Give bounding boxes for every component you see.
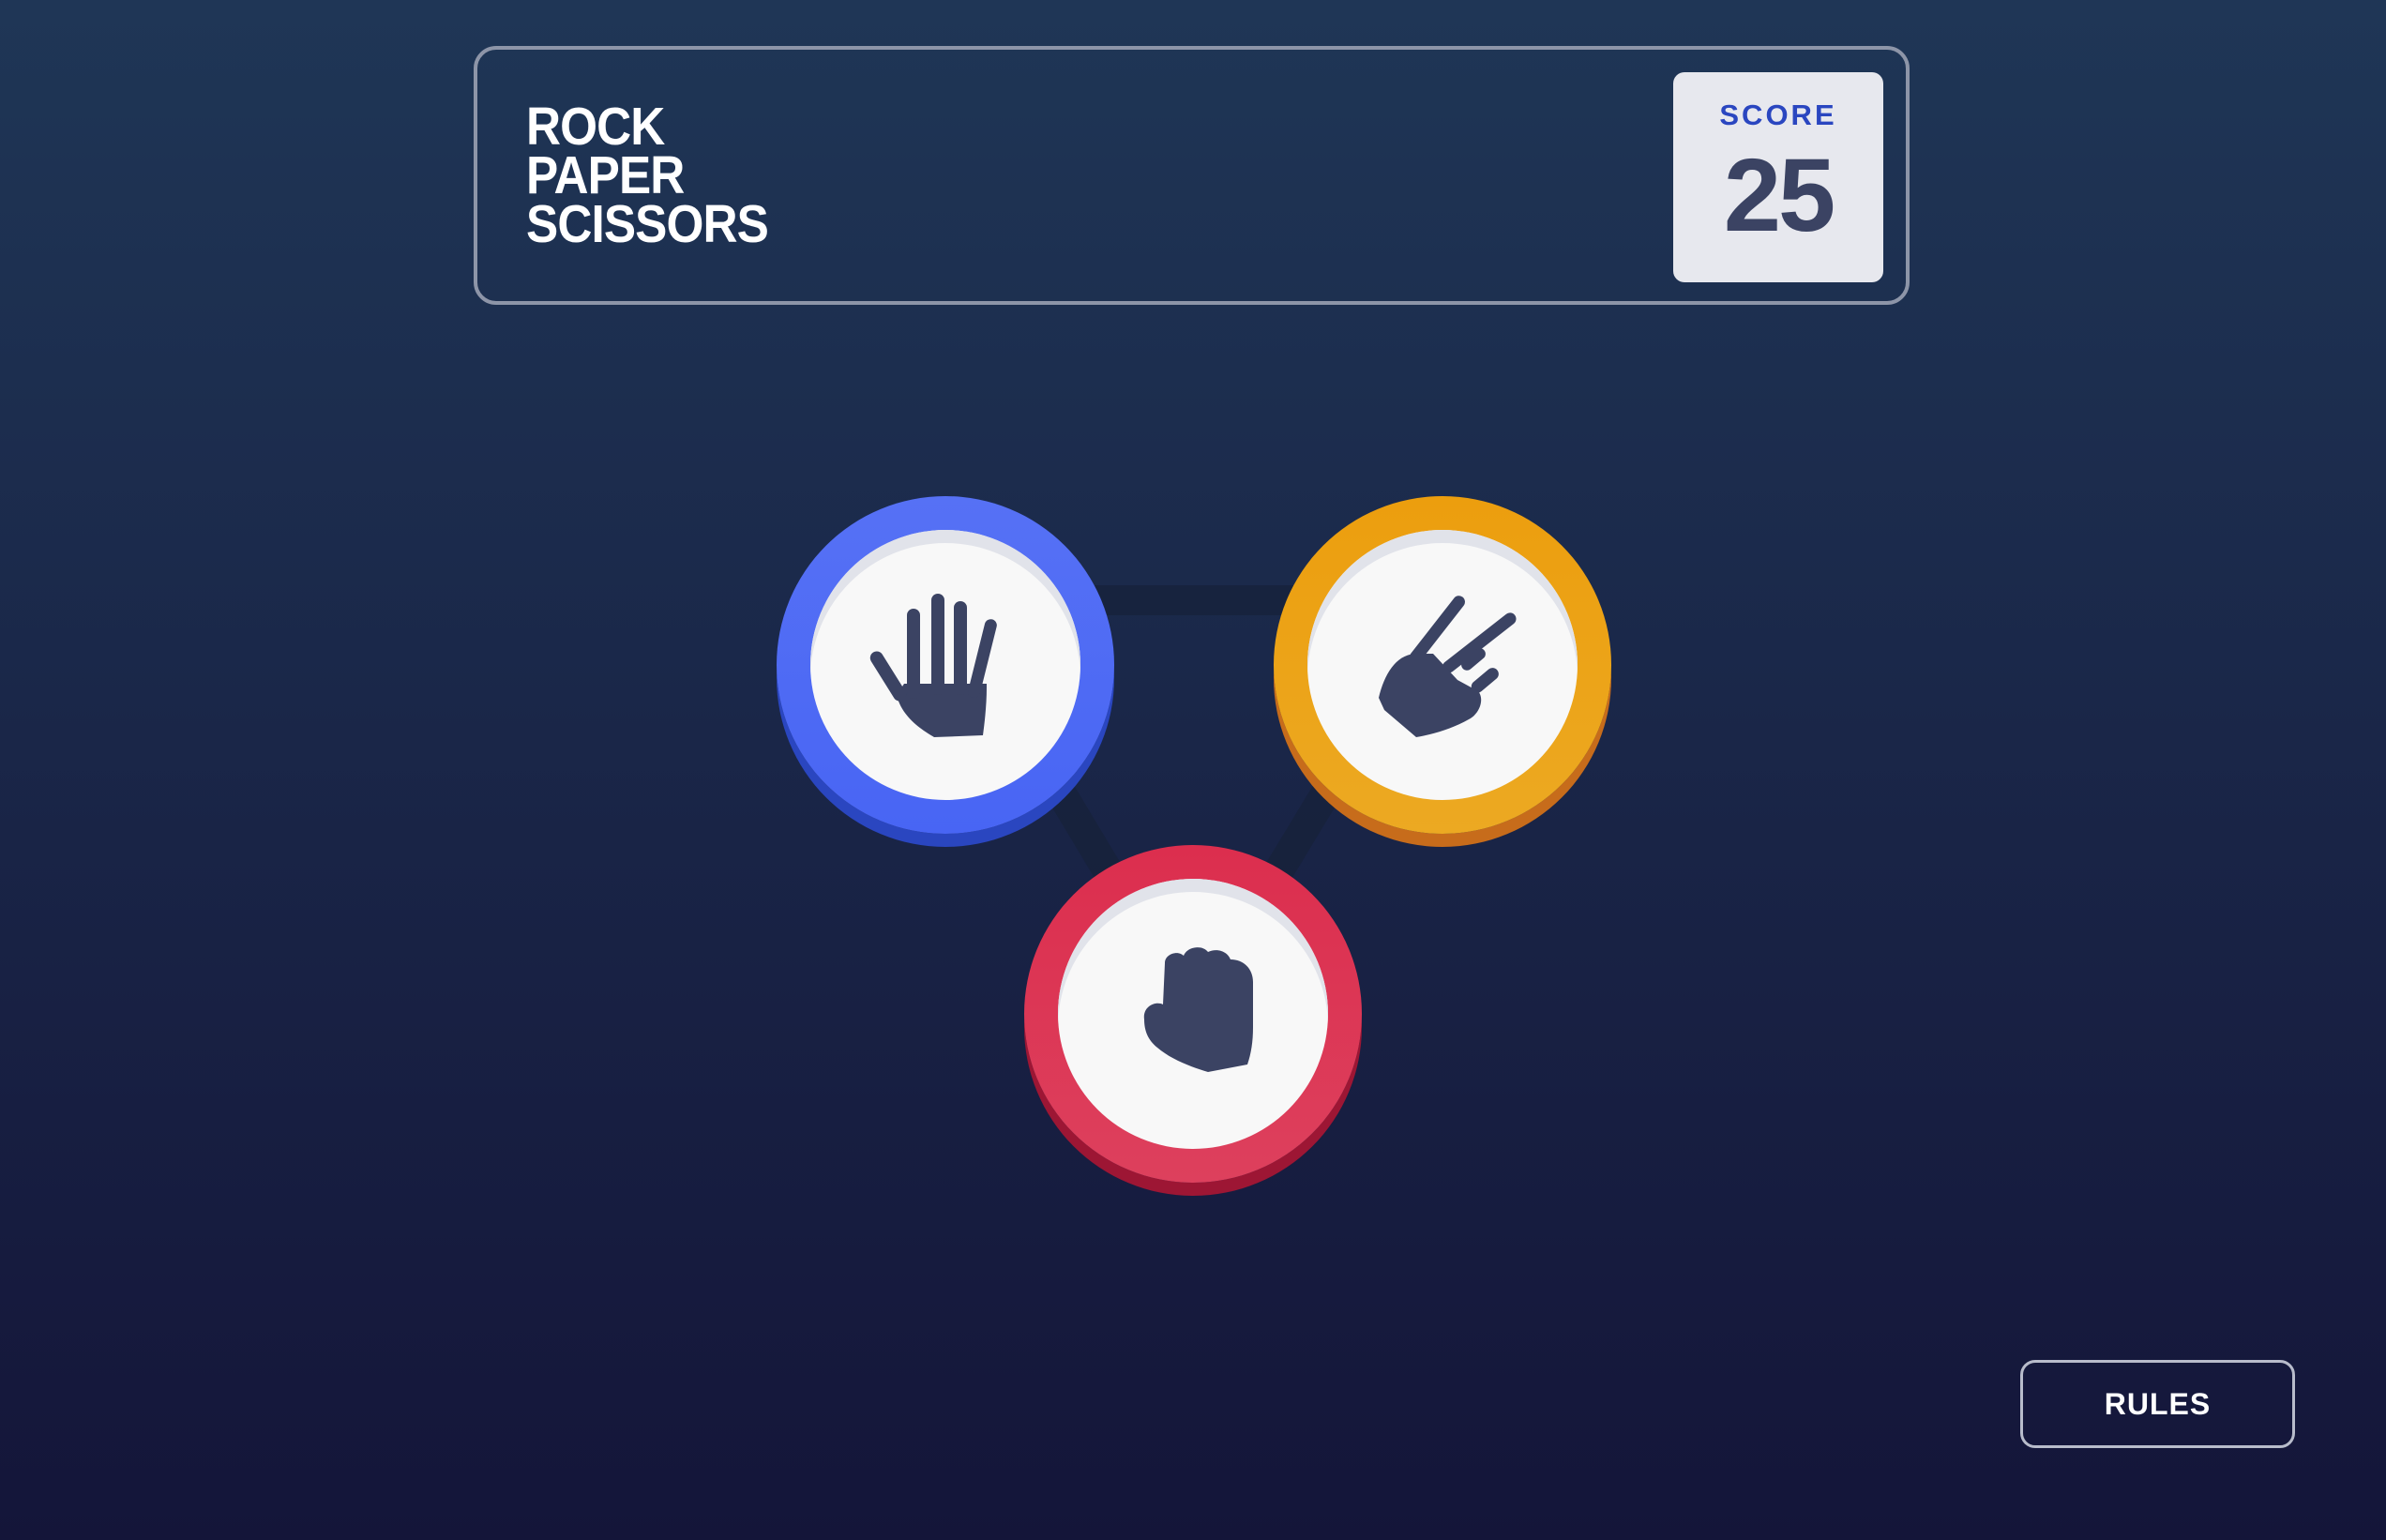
rock-choice-button[interactable] xyxy=(1024,845,1362,1183)
paper-choice-button[interactable] xyxy=(777,496,1114,834)
triangle-connector xyxy=(930,585,1457,1028)
game-board xyxy=(0,0,2386,1540)
rock-hand-icon xyxy=(1143,947,1253,1072)
paper-hand-icon xyxy=(869,594,997,737)
scissors-hand-icon xyxy=(1379,596,1517,737)
rules-button[interactable]: RULES xyxy=(2020,1360,2295,1448)
scissors-choice-button[interactable] xyxy=(1274,496,1611,834)
